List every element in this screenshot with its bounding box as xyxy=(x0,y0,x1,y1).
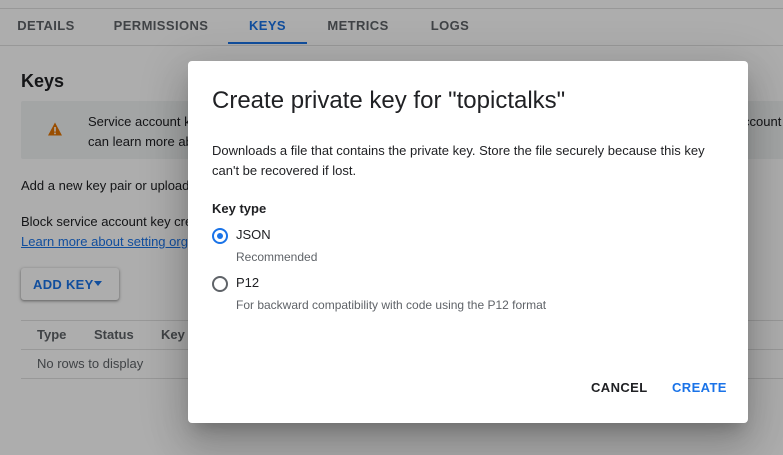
cancel-button[interactable]: CANCEL xyxy=(591,380,648,395)
dialog-title: Create private key for "topictalks" xyxy=(212,87,566,114)
radio-selected-dot xyxy=(217,233,223,239)
json-label[interactable]: JSON xyxy=(236,227,271,242)
create-key-dialog: Create private key for "topictalks" Down… xyxy=(188,61,748,423)
p12-sublabel: For backward compatibility with code usi… xyxy=(236,298,547,312)
page: DETAILS PERMISSIONS KEYS METRICS LOGS Ke… xyxy=(0,0,783,455)
p12-radio[interactable] xyxy=(212,276,228,292)
p12-label[interactable]: P12 xyxy=(236,275,259,290)
dialog-description: Downloads a file that contains the priva… xyxy=(212,143,705,178)
json-sublabel: Recommended xyxy=(236,250,318,264)
create-button[interactable]: CREATE xyxy=(672,380,727,395)
key-type-label: Key type xyxy=(212,201,267,216)
json-radio[interactable] xyxy=(212,228,228,244)
